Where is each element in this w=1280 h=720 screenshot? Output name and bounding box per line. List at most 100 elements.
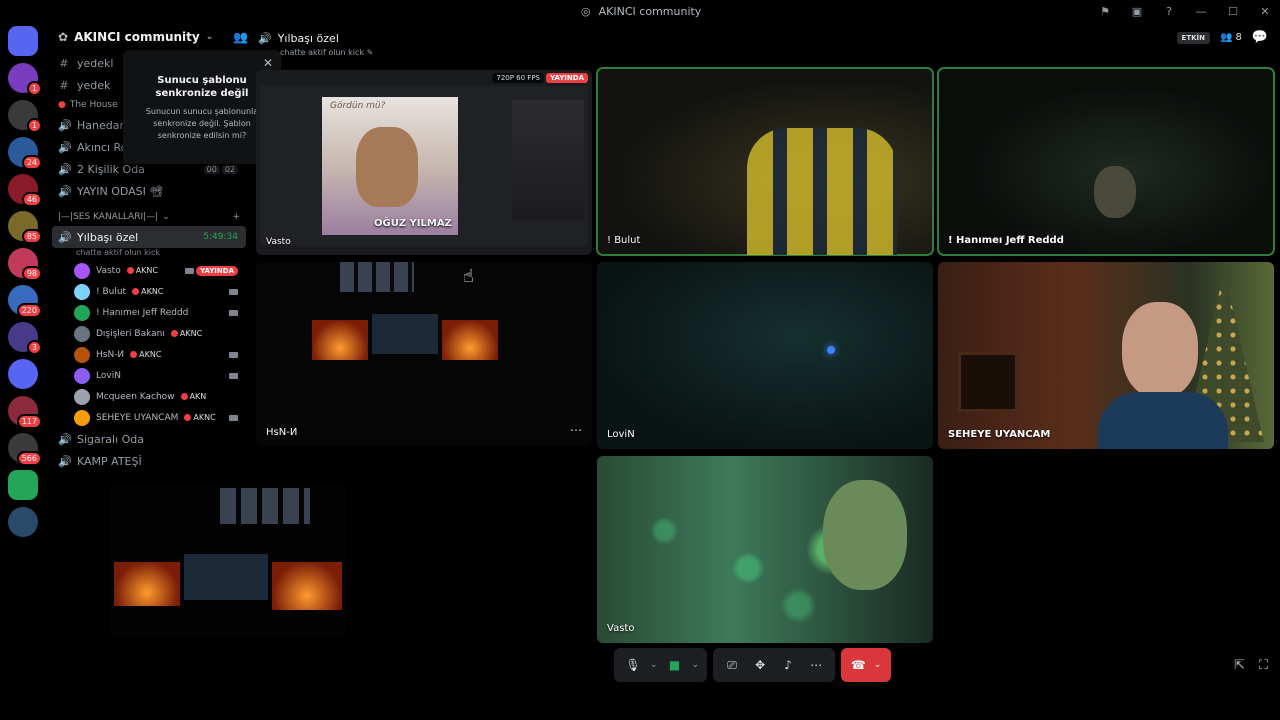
person-graphic	[1122, 302, 1198, 398]
server-icon[interactable]: 1	[8, 63, 42, 96]
member-tag: AKNC	[127, 266, 158, 275]
microphone-icon[interactable]: 🎙	[622, 654, 644, 676]
live-badge: YAYINDA	[196, 265, 238, 276]
voice-channel-sigarali-oda[interactable]: 🔊 Sigaralı Oda	[48, 428, 250, 450]
avatar	[74, 325, 90, 342]
soundboard-icon[interactable]: ♪	[777, 654, 799, 676]
avatar	[74, 409, 90, 426]
member-tag: AKNC	[130, 350, 161, 359]
voice-member[interactable]: Dışişleri Bakanı AKNC	[48, 323, 250, 344]
hash-icon: #	[59, 78, 69, 92]
video-tile-lovin[interactable]: LoviN	[597, 262, 933, 449]
server-icon[interactable]: 85	[8, 211, 42, 244]
call-header: 🔊 Yılbaşı özel	[258, 28, 339, 48]
fire-screen-right	[272, 562, 342, 610]
server-icon[interactable]	[8, 470, 38, 500]
channel-label: yedekl	[77, 56, 114, 70]
server-icon[interactable]	[8, 359, 38, 389]
voice-member[interactable]: SEHEYE UYANCAM AKNC	[48, 407, 250, 428]
call-status-text[interactable]: chatte aktif olun kick ✎	[280, 48, 373, 57]
chevron-down-icon[interactable]: ⌄	[650, 660, 658, 670]
help-icon[interactable]: ?	[1162, 4, 1176, 18]
video-tile-jeff[interactable]: ! Hanımeı Jeff Reddd	[937, 67, 1275, 256]
unread-badge: 566	[16, 451, 42, 466]
body-graphic	[1098, 392, 1228, 449]
call-timer: 5:49:34	[203, 232, 238, 242]
avatar	[74, 388, 90, 405]
camera-on-icon	[185, 267, 194, 274]
voice-member[interactable]: LoviN	[48, 365, 250, 386]
member-name: HsN-И	[96, 349, 125, 360]
server-icon[interactable]	[8, 507, 38, 537]
category-label: |—|SES KANALLARI|—|	[58, 212, 159, 222]
camera-icon[interactable]: ■	[664, 654, 686, 676]
chevron-down-icon[interactable]: ⌄	[692, 660, 700, 670]
server-header[interactable]: ✿ AKINCI community ⌄ 👥	[48, 22, 250, 52]
video-tile-seheye[interactable]: SEHEYE UYANCAM	[938, 262, 1274, 449]
minimize-icon[interactable]: —	[1194, 4, 1208, 18]
server-icon[interactable]: 220	[8, 285, 42, 318]
stream-tile-vasto[interactable]: Gördün mü? OĞUZ YILMAZ 720P 60 FPS YAYIN…	[256, 70, 592, 255]
status-label: chatte aktif olun kick	[280, 48, 365, 57]
activities-icon[interactable]: ✥	[749, 654, 771, 676]
close-icon[interactable]: ✕	[263, 56, 273, 70]
chevron-down-icon: ⌄	[205, 32, 214, 42]
participants-button[interactable]: 👥 8	[1220, 32, 1242, 43]
phone-hangup-icon: ☎	[850, 658, 866, 672]
screen-share-status-icon[interactable]: ▣	[1130, 4, 1144, 18]
unread-badge: 1	[26, 81, 42, 96]
member-tag: AKN	[181, 392, 207, 401]
voice-channel-yayin-odasi[interactable]: 🔊 YAYIN ODASI 📽	[48, 180, 250, 202]
server-icon[interactable]: 117	[8, 396, 42, 429]
activity-controls: ⎚ ✥ ♪ ⋯	[713, 648, 836, 682]
unread-badge: 98	[21, 266, 42, 281]
flag-icon[interactable]: ⚑	[1098, 4, 1112, 18]
pop-out-icon[interactable]: ⇱	[1234, 658, 1245, 673]
screen-share-icon[interactable]: ⎚	[721, 654, 743, 676]
fire-screen-right	[442, 320, 498, 360]
avatar	[74, 304, 90, 321]
call-header-actions: ETKİN 👥 8 💬	[1176, 30, 1268, 45]
album-cover: Gördün mü? OĞUZ YILMAZ	[322, 97, 458, 235]
add-member-icon[interactable]: 👥	[233, 30, 248, 44]
server-icon[interactable]: 566	[8, 433, 42, 466]
voice-member[interactable]: ! Bulut AKNC	[48, 281, 250, 302]
server-icon[interactable]	[8, 26, 38, 56]
speaker-icon: 🔊	[58, 140, 72, 154]
maximize-icon[interactable]: ☐	[1226, 4, 1240, 18]
fireplace-graphic	[958, 352, 1018, 412]
camera-on-icon	[229, 309, 238, 316]
voice-member[interactable]: Vasto AKNC YAYINDA	[48, 260, 250, 281]
more-options-icon[interactable]: ⋯	[570, 423, 582, 437]
server-icon[interactable]: 24	[8, 137, 42, 170]
server-icon[interactable]: 46	[8, 174, 42, 207]
server-icon[interactable]: 3	[8, 322, 42, 355]
voice-member[interactable]: HsN-И AKNC	[48, 344, 250, 365]
tile-name: LoviN	[607, 429, 635, 440]
user-limit: 02	[221, 164, 238, 174]
voice-channel-yilbasi-ozel[interactable]: 🔊 Yılbaşı özel 5:49:34	[52, 226, 246, 248]
more-options-icon[interactable]: ⋯	[805, 654, 827, 676]
activity-badge[interactable]: ETKİN	[1176, 31, 1210, 44]
tile-name: HsN-И	[266, 427, 298, 438]
video-tile-bulut[interactable]: ! Bulut	[596, 67, 934, 256]
channel-label: KAMP ATEŞİ	[77, 454, 142, 468]
server-icon[interactable]: 1	[8, 100, 42, 133]
video-tile-hsn[interactable]: HsN-И ⋯	[256, 262, 592, 447]
fullscreen-icon[interactable]: ⛶	[1259, 658, 1268, 673]
add-channel-icon[interactable]: +	[232, 212, 240, 222]
chevron-down-icon[interactable]: ⌄	[874, 660, 882, 670]
voice-channel-kamp-atesi[interactable]: 🔊 KAMP ATEŞİ	[48, 450, 250, 472]
voice-member[interactable]: Mcqueen Kachow AKN	[48, 386, 250, 407]
category-ses-kanallari[interactable]: |—|SES KANALLARI|—| ⌄ +	[48, 208, 250, 226]
server-icon[interactable]: 98	[8, 248, 42, 281]
close-icon[interactable]: ✕	[1258, 4, 1272, 18]
video-tile-vasto[interactable]: Vasto	[597, 456, 933, 643]
leave-call-button[interactable]: ☎ ⌄	[841, 648, 892, 682]
face-graphic	[356, 127, 418, 207]
chat-icon[interactable]: 💬	[1252, 30, 1268, 45]
voice-member[interactable]: ! Hanımeı Jeff Reddd	[48, 302, 250, 323]
speaker-icon: 🔊	[58, 118, 72, 132]
hand-cursor-icon: ☝	[463, 266, 474, 287]
user-count: 00	[203, 164, 220, 174]
